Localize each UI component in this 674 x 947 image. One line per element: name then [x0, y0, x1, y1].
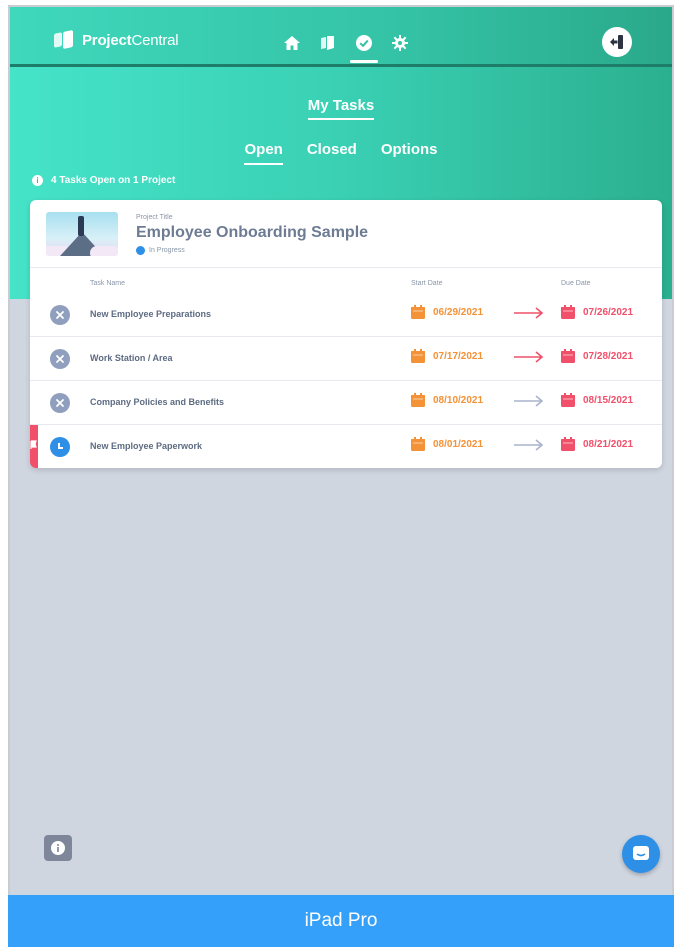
project-card: Project Title Employee Onboarding Sample… — [30, 200, 662, 468]
logo-light: Central — [131, 31, 179, 49]
start-date: 08/01/2021 — [411, 437, 483, 451]
task-list: New Employee Preparations 06/29/2021 07/26… — [30, 293, 662, 468]
logout-button[interactable] — [602, 27, 632, 57]
table-row[interactable]: New Employee Paperwork 08/01/2021 08/21/20… — [30, 425, 662, 468]
summary-text: 4 Tasks Open on 1 Project — [51, 175, 176, 186]
climber-figure — [78, 216, 84, 236]
clock-icon[interactable] — [50, 437, 70, 457]
calendar-icon — [561, 305, 575, 319]
flag-marker — [30, 425, 38, 468]
start-date-value: 06/29/2021 — [433, 306, 484, 318]
in-progress-icon — [136, 246, 145, 255]
table-header: Task Name Start Date Due Date — [30, 280, 662, 292]
tasks-check-icon — [356, 35, 372, 51]
due-date: 08/15/2021 — [561, 393, 633, 407]
table-row[interactable]: Work Station / Area 07/17/2021 07/28/2021 — [30, 337, 662, 381]
app-frame: ProjectCentral My Tasks Open Closed Opti… — [8, 5, 674, 895]
calendar-icon — [411, 437, 425, 451]
info-circle-icon — [51, 841, 65, 855]
calendar-icon — [411, 393, 425, 407]
task-name[interactable]: New Employee Paperwork — [90, 441, 202, 451]
main-nav — [282, 33, 410, 63]
project-header[interactable]: Project Title Employee Onboarding Sample… — [30, 200, 662, 268]
nav-settings[interactable] — [390, 33, 410, 53]
start-date: 08/10/2021 — [411, 393, 483, 407]
due-date-value: 08/21/2021 — [583, 438, 634, 450]
chat-button[interactable] — [622, 835, 660, 873]
task-name[interactable]: Company Policies and Benefits — [90, 397, 224, 407]
due-date: 07/26/2021 — [561, 305, 633, 319]
project-name: Employee Onboarding Sample — [136, 224, 369, 241]
projects-icon — [321, 36, 334, 50]
tab-closed[interactable]: Closed — [307, 141, 357, 165]
due-date-value: 07/28/2021 — [583, 350, 634, 362]
header-start-date: Start Date — [411, 280, 443, 287]
due-date-value: 08/15/2021 — [583, 394, 634, 406]
start-date-value: 08/10/2021 — [433, 394, 484, 406]
arrow-right-icon — [514, 395, 544, 407]
info-icon: i — [32, 175, 43, 186]
start-date: 07/17/2021 — [411, 349, 483, 363]
chat-icon — [633, 846, 649, 860]
due-date-value: 07/26/2021 — [583, 306, 634, 318]
nav-projects[interactable] — [318, 33, 338, 53]
start-date: 06/29/2021 — [411, 305, 483, 319]
logo[interactable]: ProjectCentral — [54, 29, 179, 50]
start-date-value: 07/17/2021 — [433, 350, 484, 362]
arrow-right-icon — [514, 351, 544, 363]
logout-icon — [610, 35, 623, 49]
nav-home[interactable] — [282, 33, 302, 53]
tab-open[interactable]: Open — [244, 141, 283, 165]
project-status: In Progress — [136, 246, 185, 255]
table-row[interactable]: Company Policies and Benefits 08/10/2021 0… — [30, 381, 662, 425]
calendar-icon — [561, 437, 575, 451]
closed-x-icon[interactable] — [50, 349, 70, 369]
project-thumbnail — [46, 212, 118, 256]
due-date: 07/28/2021 — [561, 349, 633, 363]
home-icon — [284, 36, 300, 50]
top-bar: ProjectCentral — [10, 7, 672, 67]
calendar-icon — [411, 305, 425, 319]
info-button[interactable] — [44, 835, 72, 861]
task-name[interactable]: New Employee Preparations — [90, 309, 211, 319]
task-summary: i 4 Tasks Open on 1 Project — [32, 175, 175, 186]
task-tabs: Open Closed Options — [10, 141, 672, 165]
table-row[interactable]: New Employee Preparations 06/29/2021 07/26… — [30, 293, 662, 337]
nav-tasks[interactable] — [350, 33, 378, 63]
calendar-icon — [411, 349, 425, 363]
calendar-icon — [561, 349, 575, 363]
start-date-value: 08/01/2021 — [433, 438, 484, 450]
header-task-name: Task Name — [90, 280, 126, 287]
header-due-date: Due Date — [561, 280, 591, 287]
project-status-label: In Progress — [149, 247, 185, 254]
device-label: iPad Pro — [304, 910, 378, 931]
project-title-label: Project Title — [136, 214, 173, 221]
closed-x-icon[interactable] — [50, 393, 70, 413]
device-label-bar: iPad Pro — [8, 895, 674, 947]
logo-bold: Project — [82, 31, 132, 49]
calendar-icon — [561, 393, 575, 407]
closed-x-icon[interactable] — [50, 305, 70, 325]
page-title: My Tasks — [10, 97, 672, 120]
task-name[interactable]: Work Station / Area — [90, 353, 173, 363]
logo-icon — [54, 29, 74, 50]
gear-icon — [392, 35, 408, 51]
due-date: 08/21/2021 — [561, 437, 633, 451]
arrow-right-icon — [514, 307, 544, 319]
arrow-right-icon — [514, 439, 544, 451]
tab-options[interactable]: Options — [381, 141, 438, 165]
